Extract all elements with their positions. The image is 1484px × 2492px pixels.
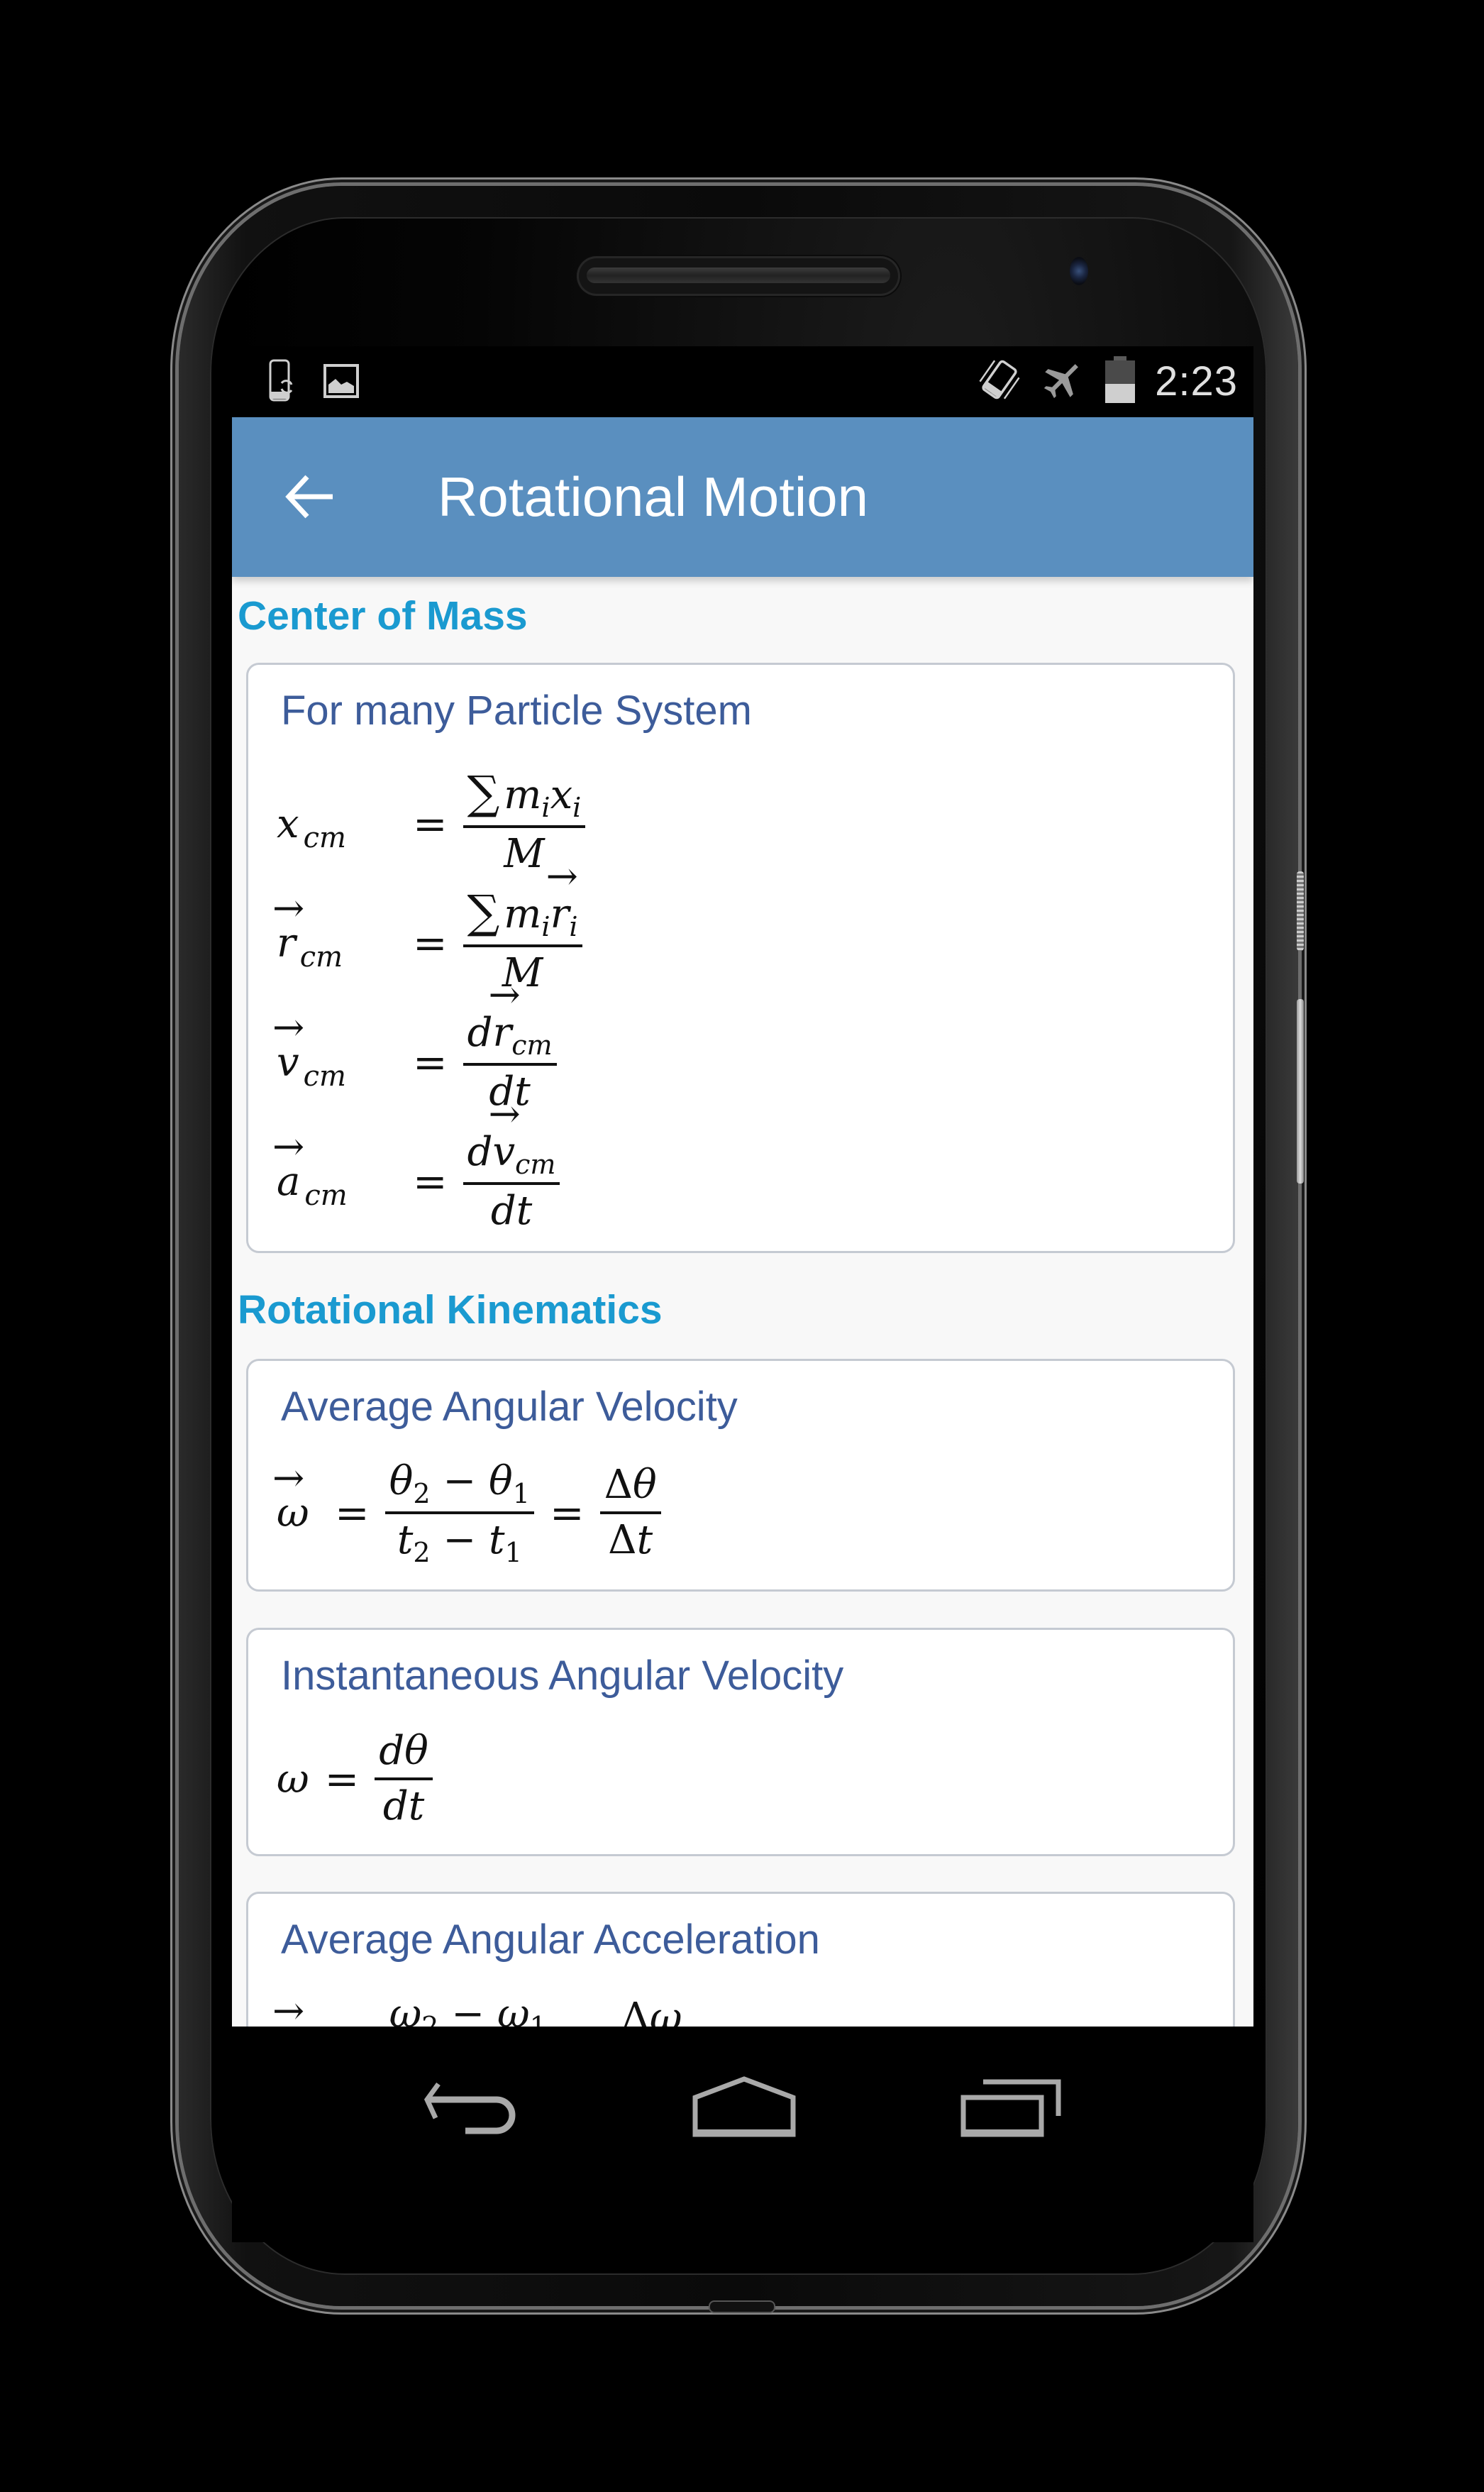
airplane-mode-icon [1040,357,1085,406]
formula-x-cm: x cm = ∑ mixi M [277,764,586,883]
vibrate-icon [979,357,1020,406]
back-arrow-icon [420,2078,519,2139]
card-title: Average Angular Velocity [281,1384,738,1430]
formula-average-angular-acceleration: α = ω2 − ω1 t2 − t1 = Δω Δt [272,1986,687,2027]
nav-home-button[interactable] [680,2069,808,2147]
formula-list[interactable]: Center of Mass For many Particle System … [232,577,1253,2027]
screen-rotation-phone-icon [269,359,294,407]
section-title-rotational-kinematics: Rotational Kinematics [238,1287,663,1333]
nav-recents-button[interactable] [948,2069,1076,2147]
status-time: 2:23 [1155,358,1238,404]
image-notification-icon [323,363,360,402]
card-many-particle-system[interactable]: For many Particle System xcm = ∑mixi M r… [246,663,1235,1253]
nav-back-button[interactable] [406,2069,533,2147]
formula-instantaneous-angular-velocity: ω = dθ dt [277,1719,433,1838]
power-button[interactable] [1297,999,1304,1184]
formula-r-cm: rcm = ∑miri M [272,857,582,1003]
card-instantaneous-angular-velocity[interactable]: Instantaneous Angular Velocity ω = dθ dt [246,1628,1235,1856]
section-title-center-of-mass: Center of Mass [238,593,528,639]
volume-button[interactable] [1297,871,1304,951]
navigation-bar [232,2027,1253,2242]
card-title: For many Particle System [281,688,752,734]
recent-apps-icon [959,2076,1065,2141]
battery-icon [1105,355,1136,407]
usb-port [710,2302,774,2312]
card-average-angular-acceleration[interactable]: Average Angular Acceleration α = ω2 − ω1… [246,1892,1235,2027]
formula-a-cm: acm = dvcm dt [272,1095,560,1241]
home-icon [691,2075,797,2141]
back-button[interactable] [282,468,338,525]
top-speaker-grille [577,256,900,296]
status-bar: 2:23 [232,346,1253,417]
card-average-angular-velocity[interactable]: Average Angular Velocity ω = θ2 − θ1 t2 … [246,1359,1235,1592]
app-bar: Rotational Motion [232,417,1253,577]
screen: 2:23 Rotational Motion Center of Mass Fo… [232,346,1253,2242]
formula-average-angular-velocity: ω = θ2 − θ1 t2 − t1 = Δθ Δt [272,1453,661,1572]
arrow-left-icon [282,475,338,528]
page-title: Rotational Motion [438,465,869,528]
front-camera [1070,257,1088,285]
card-title: Instantaneous Angular Velocity [281,1653,844,1699]
card-title: Average Angular Acceleration [281,1917,820,1963]
